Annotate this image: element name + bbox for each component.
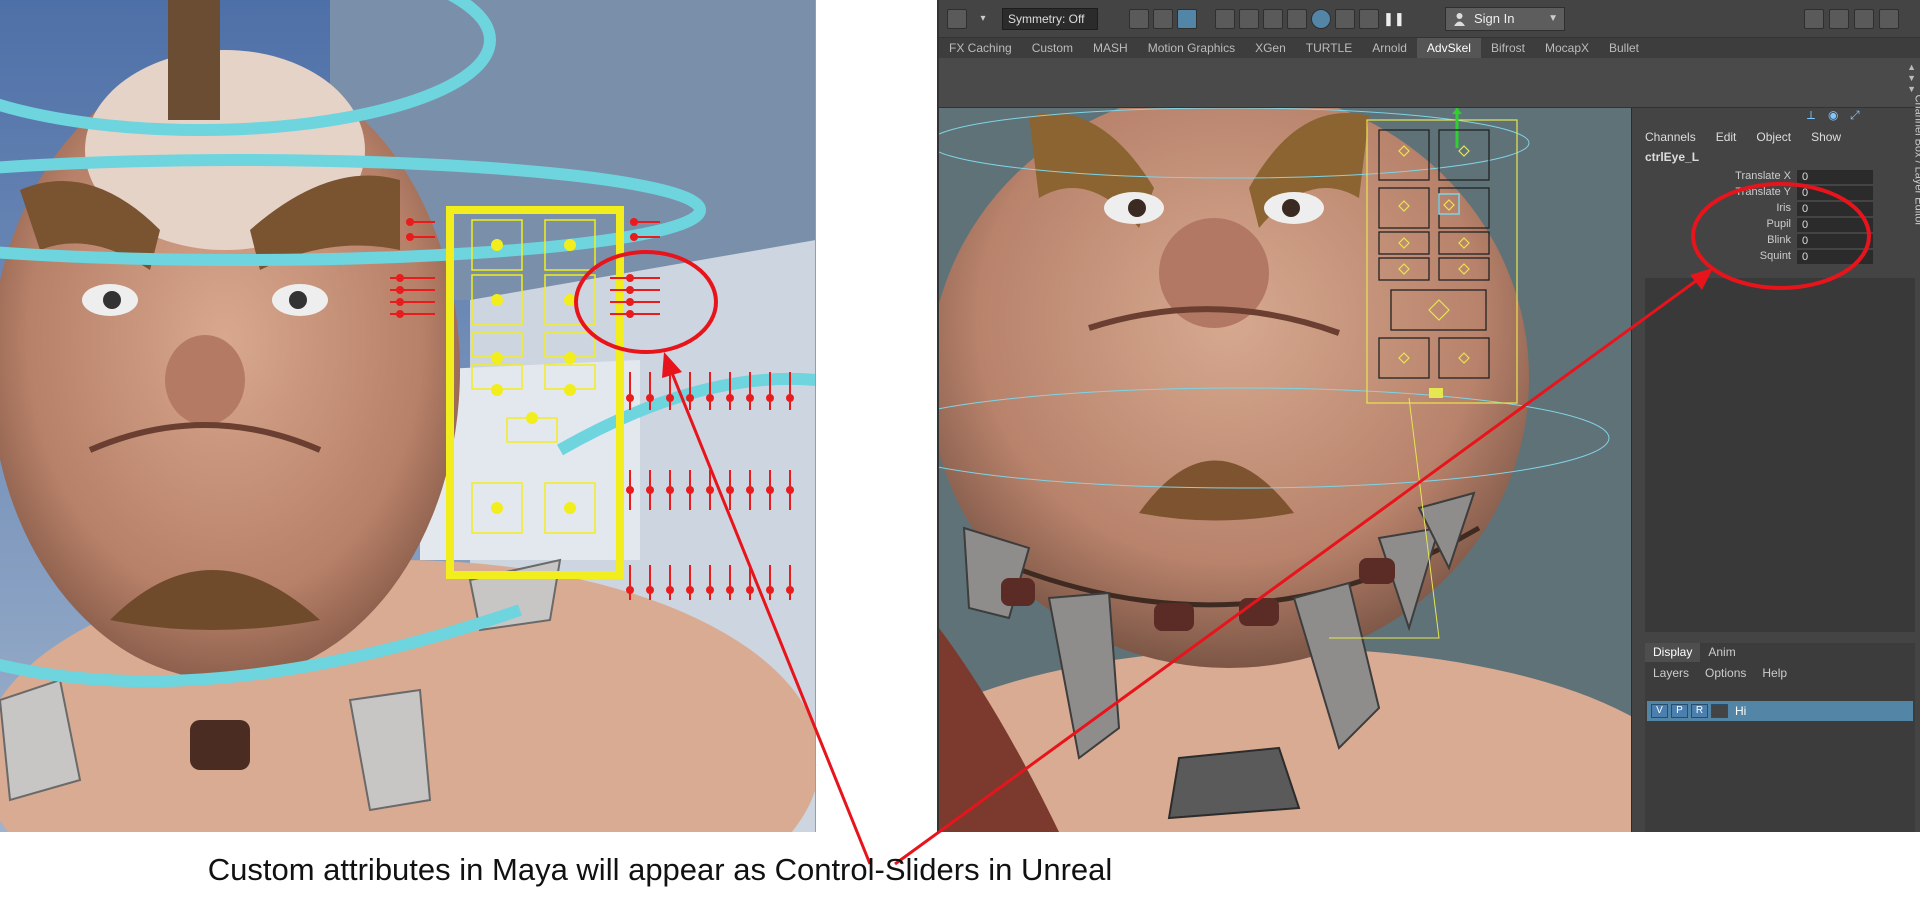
sign-in-button[interactable]: Sign In ▼ xyxy=(1445,7,1565,31)
user-icon xyxy=(1454,13,1465,26)
attr-name: Squint xyxy=(1759,250,1791,262)
chevron-down-icon: ▼ xyxy=(1548,13,1558,24)
toolbar-button[interactable] xyxy=(1879,9,1899,29)
maya-status-line: ▾ Symmetry: Off ❚❚ Sign In ▼ xyxy=(939,0,1920,38)
pause-icon[interactable]: ❚❚ xyxy=(1383,9,1405,29)
channel-box-empty-area xyxy=(1645,278,1915,632)
attr-value[interactable]: 0 xyxy=(1797,202,1873,216)
symmetry-dropdown[interactable]: Symmetry: Off xyxy=(1002,8,1098,30)
toolbar-button[interactable] xyxy=(947,9,967,29)
axis-icon[interactable]: ⟂ xyxy=(1807,108,1823,124)
selected-object-name: ctrlEye_L xyxy=(1645,150,1700,164)
attr-row-translate-x[interactable]: Translate X 0 xyxy=(1645,170,1873,185)
shelf-tab-active[interactable]: AdvSkel xyxy=(1416,38,1481,58)
attr-row-squint[interactable]: Squint 0 xyxy=(1645,250,1873,265)
shelf-tab[interactable]: Arnold xyxy=(1362,38,1417,58)
layer-reference-toggle[interactable]: R xyxy=(1691,704,1708,718)
layer-editor-tabs: Display Anim xyxy=(1645,643,1915,662)
toolbar-button[interactable] xyxy=(1263,9,1283,29)
shelf-tab[interactable]: XGen xyxy=(1245,38,1296,58)
shelf-body: ▲ ▼ ▼ xyxy=(939,58,1920,108)
attr-value[interactable]: 0 xyxy=(1797,250,1873,264)
shelf-tabs: FX Caching Custom MASH Motion Graphics X… xyxy=(939,38,1920,58)
shelf-tab[interactable]: TURTLE xyxy=(1296,38,1362,58)
toolbar-button[interactable] xyxy=(1335,9,1355,29)
toolbar-button[interactable] xyxy=(1829,9,1849,29)
attr-value[interactable]: 0 xyxy=(1797,186,1873,200)
channel-box-menu: Channels Edit Object Show xyxy=(1645,130,1841,144)
channels-menu[interactable]: Channels xyxy=(1645,130,1696,144)
attr-name: Translate Y xyxy=(1735,186,1791,198)
maya-viewport[interactable] xyxy=(939,108,1631,832)
help-menu[interactable]: Help xyxy=(1762,666,1787,680)
attr-row-blink[interactable]: Blink 0 xyxy=(1645,234,1873,249)
tab-anim[interactable]: Anim xyxy=(1700,643,1743,662)
toolbar-button[interactable] xyxy=(1287,9,1307,29)
options-menu[interactable]: Options xyxy=(1705,666,1746,680)
shelf-tab[interactable]: Motion Graphics xyxy=(1138,38,1245,58)
caption: Custom attributes in Maya will appear as… xyxy=(207,852,1113,887)
layer-playback-toggle[interactable]: P xyxy=(1671,704,1688,718)
shelf-tab[interactable]: MocapX xyxy=(1535,38,1599,58)
channel-box: ⟂ ◉ ⤢ Channels Edit Object Show ctrlEye_… xyxy=(1631,95,1920,832)
camera-icon[interactable]: ◉ xyxy=(1828,108,1844,124)
attr-value[interactable]: 0 xyxy=(1797,218,1873,232)
attr-name: Pupil xyxy=(1766,218,1791,230)
composite-screenshot: ▾ Symmetry: Off ❚❚ Sign In ▼ FX Caching … xyxy=(0,0,1920,920)
attr-row-translate-y[interactable]: Translate Y 0 xyxy=(1645,186,1873,201)
shelf-tab[interactable]: FX Caching xyxy=(939,38,1022,58)
shelf-tab[interactable]: Bullet xyxy=(1599,38,1649,58)
layer-row-hi[interactable]: V P R Hi xyxy=(1647,701,1913,721)
maya-scene xyxy=(939,108,1631,832)
edit-menu[interactable]: Edit xyxy=(1716,130,1737,144)
layers-menu[interactable]: Layers xyxy=(1653,666,1689,680)
attr-name: Translate X xyxy=(1735,170,1791,182)
grid-icon[interactable]: ⤢ xyxy=(1850,108,1866,124)
attr-value[interactable]: 0 xyxy=(1797,234,1873,248)
toolbar-button[interactable] xyxy=(1804,9,1824,29)
layer-editor-menu: Layers Options Help xyxy=(1645,662,1915,684)
toolbar-button[interactable] xyxy=(1129,9,1149,29)
sign-in-label: Sign In xyxy=(1474,11,1515,26)
toolbar-button[interactable] xyxy=(1854,9,1874,29)
unreal-scene xyxy=(0,0,815,832)
toolbar-button[interactable] xyxy=(1359,9,1379,29)
show-menu[interactable]: Show xyxy=(1811,130,1841,144)
toolbar-button[interactable] xyxy=(1239,9,1259,29)
layer-name: Hi xyxy=(1735,704,1747,718)
toolbar-button[interactable] xyxy=(1177,9,1197,29)
shelf-tab[interactable]: MASH xyxy=(1083,38,1138,58)
object-menu[interactable]: Object xyxy=(1756,130,1791,144)
toolbar-button[interactable] xyxy=(1311,9,1331,29)
shelf-tab[interactable]: Custom xyxy=(1022,38,1083,58)
channel-box-side-tab[interactable]: Channel Box / Layer Editor xyxy=(1912,95,1920,226)
toolbar-button[interactable] xyxy=(1153,9,1173,29)
unreal-viewport[interactable] xyxy=(0,0,816,832)
toolbar-button[interactable] xyxy=(1215,9,1235,29)
chevron-down-icon[interactable]: ▾ xyxy=(973,9,993,29)
attr-name: Iris xyxy=(1776,202,1791,214)
scroll-arrows-icon[interactable]: ▲ ▼ ▼ xyxy=(1907,62,1916,95)
layer-visibility-toggle[interactable]: V xyxy=(1651,704,1668,718)
shelf-tab[interactable]: Bifrost xyxy=(1481,38,1535,58)
attr-row-iris[interactable]: Iris 0 xyxy=(1645,202,1873,217)
tab-display[interactable]: Display xyxy=(1645,643,1701,662)
attr-row-pupil[interactable]: Pupil 0 xyxy=(1645,218,1873,233)
layer-color-swatch[interactable] xyxy=(1711,704,1728,718)
maya-window: ▾ Symmetry: Off ❚❚ Sign In ▼ FX Caching … xyxy=(937,0,1920,832)
layer-editor: Display Anim Layers Options Help V P R H… xyxy=(1645,643,1915,832)
attr-value[interactable]: 0 xyxy=(1797,170,1873,184)
attr-name: Blink xyxy=(1767,234,1791,246)
